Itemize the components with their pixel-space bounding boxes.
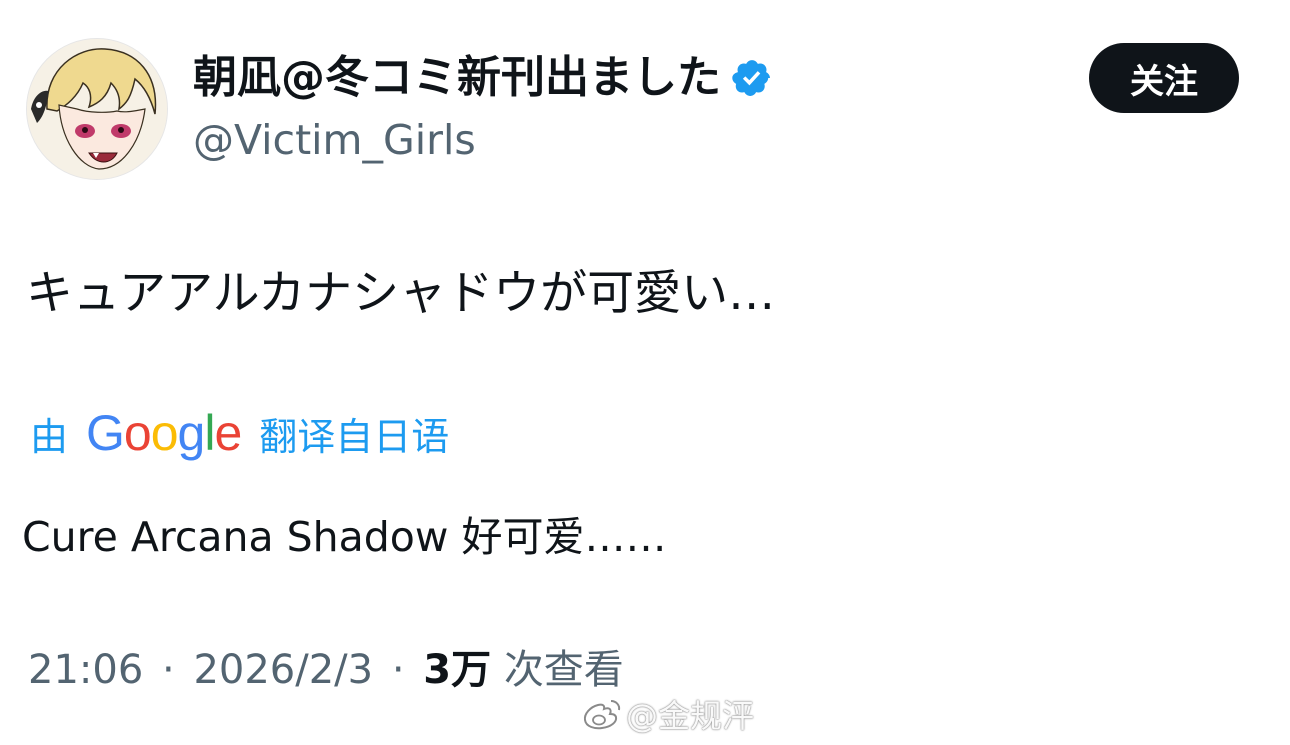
- google-logo: Google: [86, 405, 242, 461]
- watermark-text: @金规泙: [626, 697, 755, 735]
- translated-text: Cure Arcana Shadow 好可爱……: [22, 513, 667, 561]
- translation-suffix: 翻译自日语: [259, 414, 450, 459]
- display-name-text: 朝凪@冬コミ新刊出ました: [193, 52, 721, 103]
- verified-badge-icon: [732, 60, 770, 96]
- author-handle[interactable]: @Victim_Girls: [193, 112, 476, 168]
- tweet-time[interactable]: 21:06: [28, 647, 143, 693]
- author-display-name[interactable]: 朝凪@冬コミ新刊出ました: [193, 50, 773, 106]
- author-avatar[interactable]: [26, 38, 168, 180]
- weibo-icon: [583, 700, 621, 730]
- follow-button[interactable]: 关注: [1089, 43, 1239, 113]
- tweet-date[interactable]: 2026/2/3: [193, 647, 373, 693]
- views-count[interactable]: 3万: [423, 647, 491, 693]
- anime-avatar-icon: [27, 39, 167, 179]
- tweet-meta: 21:06 · 2026/2/3 · 3万 次查看: [28, 640, 624, 700]
- watermark: @金规泙: [582, 692, 754, 736]
- tweet-text: キュアアルカナシャドウが可愛い…: [26, 266, 776, 321]
- translation-prefix: 由: [30, 414, 69, 459]
- meta-separator: ·: [391, 647, 405, 693]
- meta-separator: ·: [162, 647, 175, 693]
- translation-attribution[interactable]: 由 Google 翻译自日语: [30, 402, 449, 464]
- views-label: 次查看: [503, 647, 624, 693]
